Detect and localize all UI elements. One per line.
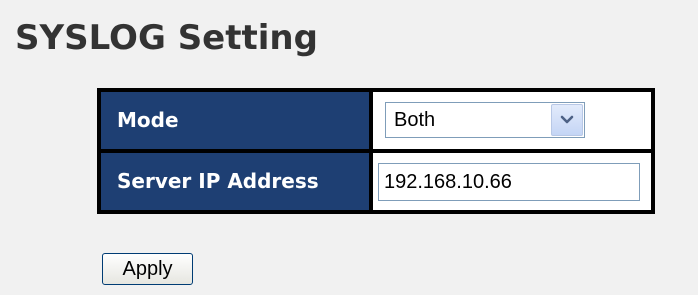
chevron-down-icon	[560, 115, 574, 124]
mode-row: Mode Both	[101, 92, 651, 149]
select-dropdown-button[interactable]	[551, 104, 583, 136]
server-ip-input[interactable]	[378, 163, 640, 201]
syslog-settings-table: Mode Both Server IP Address	[97, 88, 655, 214]
server-ip-row: Server IP Address	[101, 153, 651, 210]
server-ip-value-cell	[373, 153, 651, 210]
mode-label: Mode	[101, 92, 369, 149]
mode-select-value: Both	[394, 109, 436, 131]
mode-select[interactable]: Both	[385, 102, 585, 138]
mode-value-cell: Both	[373, 92, 651, 149]
page-title: SYSLOG Setting	[15, 18, 318, 58]
server-ip-label: Server IP Address	[101, 153, 369, 210]
apply-button[interactable]: Apply	[102, 253, 193, 285]
